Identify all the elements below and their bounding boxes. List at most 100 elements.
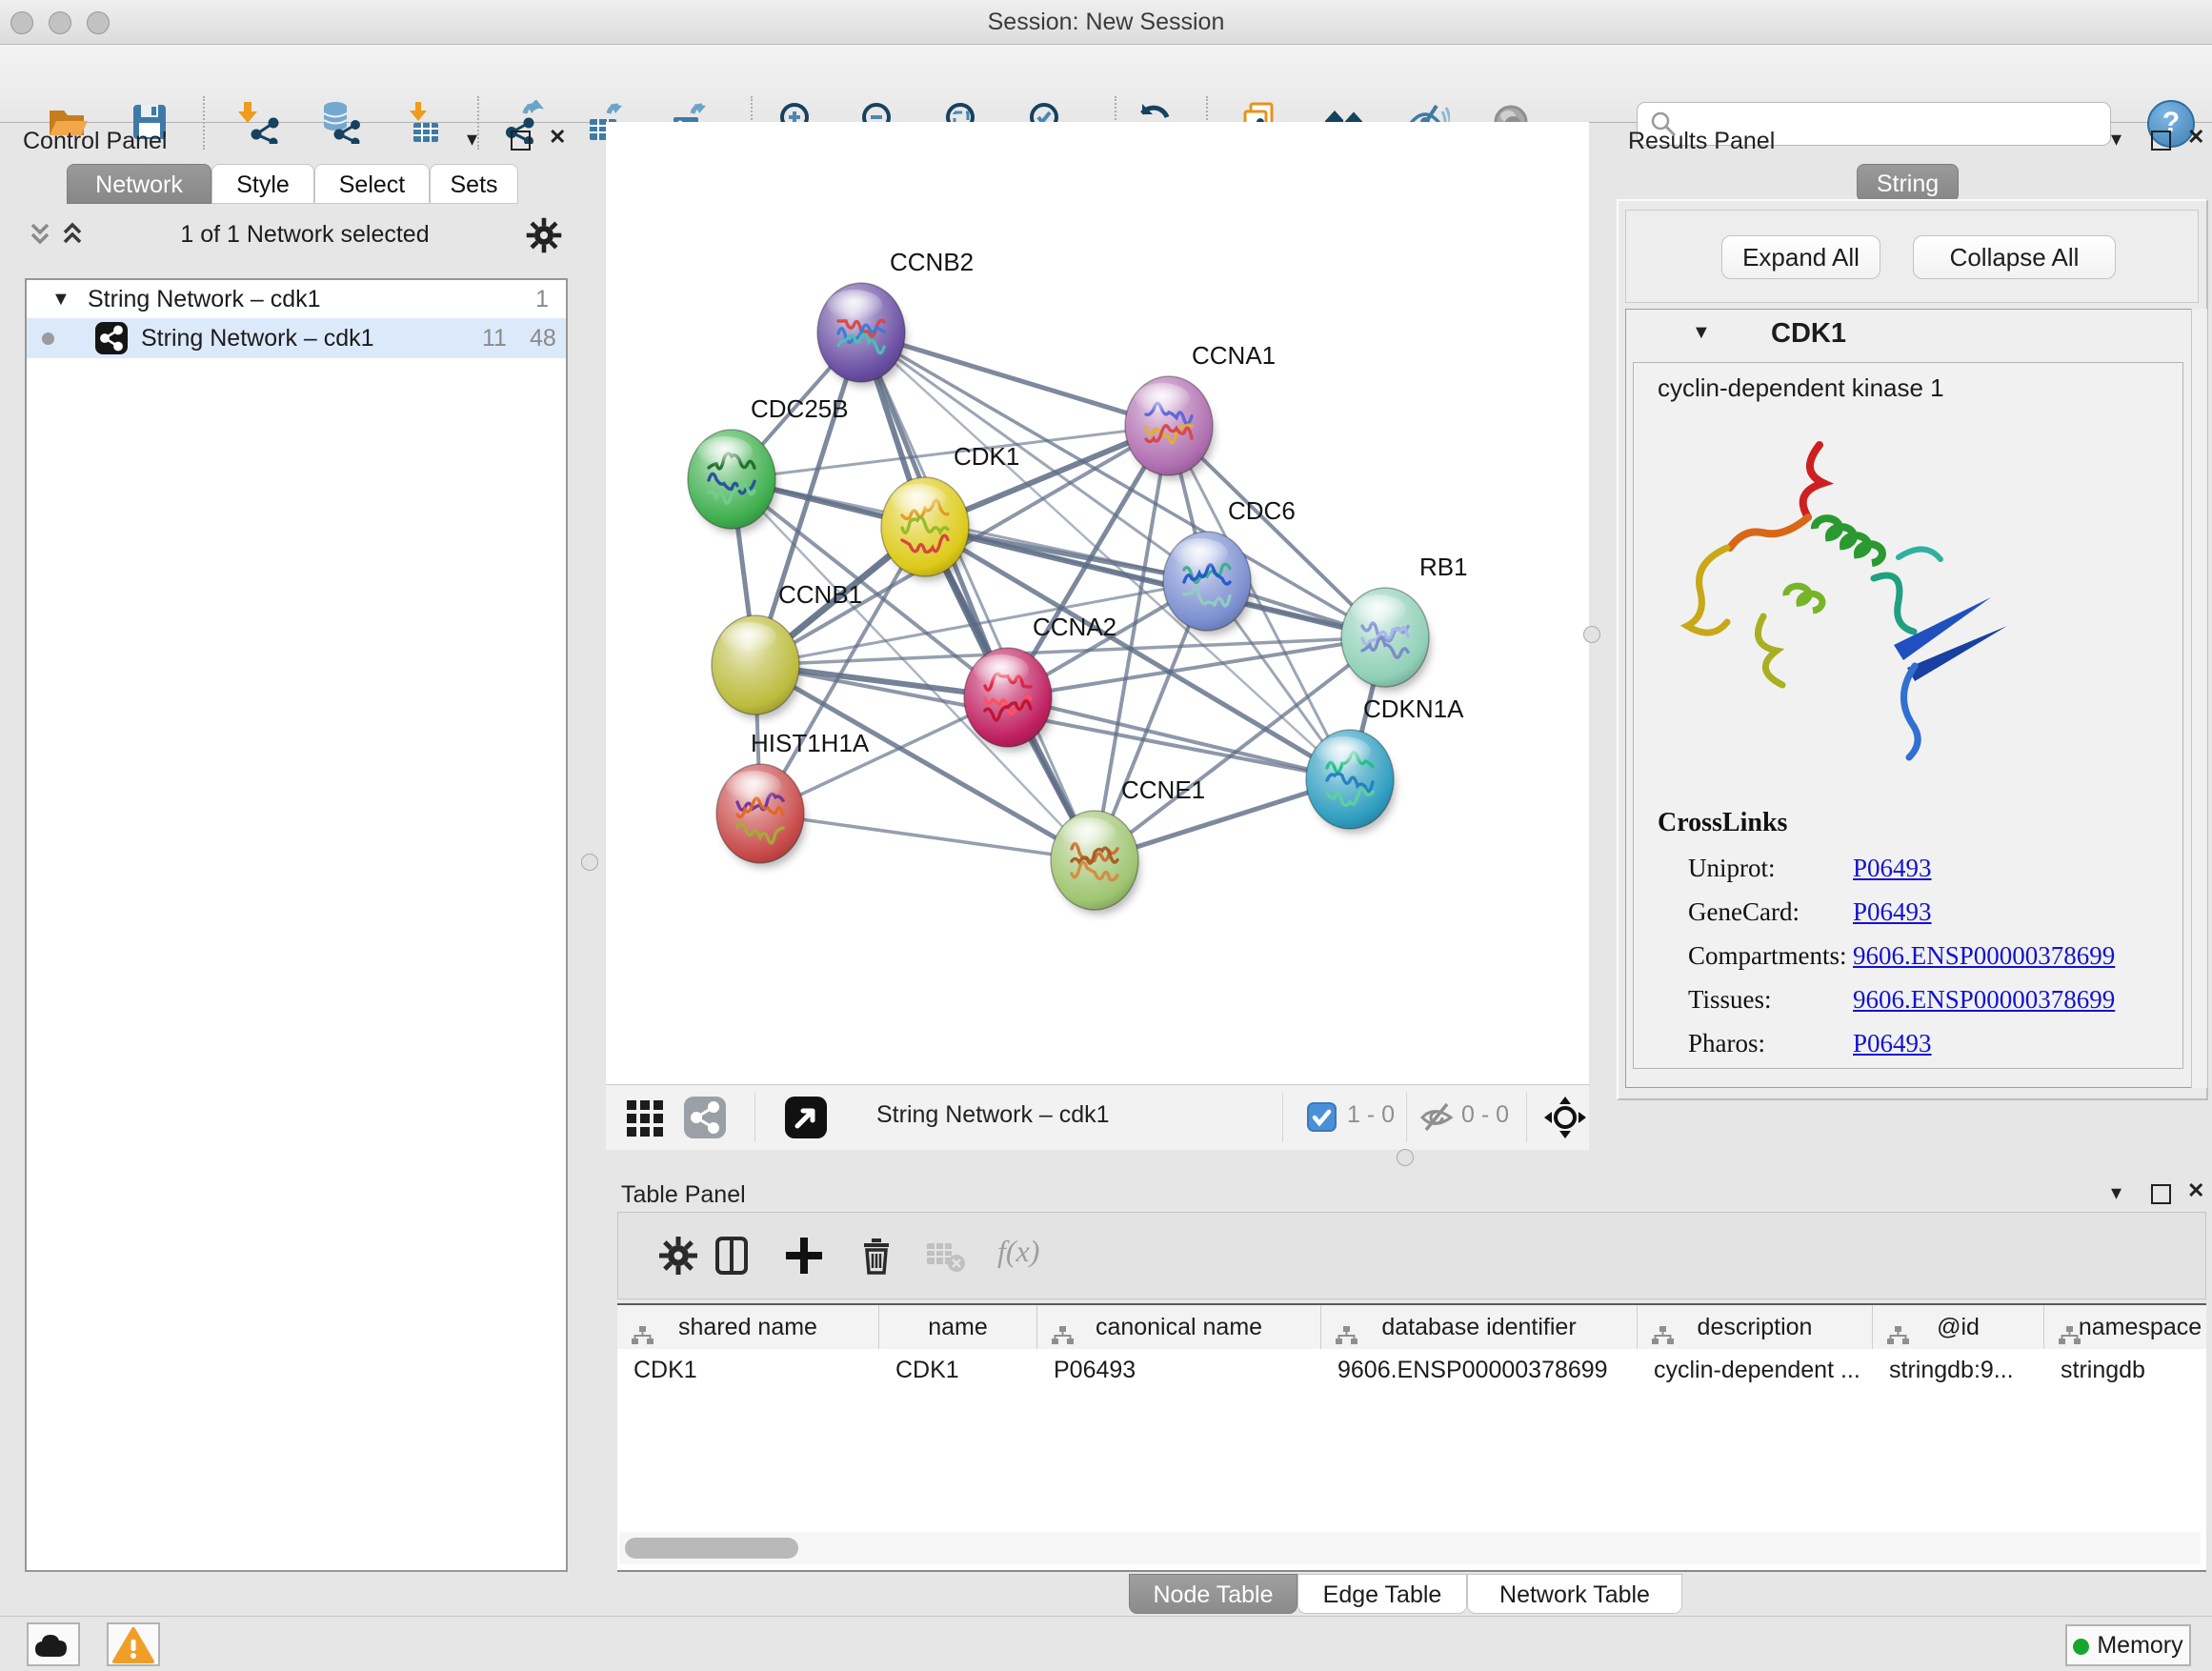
import-network-button[interactable] [235, 100, 279, 144]
network-node-RB1[interactable] [1341, 588, 1431, 692]
network-edge-CCNB2-CCNE1[interactable] [861, 332, 1095, 860]
network-node-CDK1[interactable] [881, 477, 971, 581]
tab-select[interactable]: Select [314, 164, 430, 204]
network-node-CCNB2[interactable] [817, 283, 907, 387]
network-node-CDKN1A[interactable] [1306, 730, 1396, 834]
network-view-toolbar: String Network – cdk1 1 - 0 0 - 0 [606, 1084, 1589, 1150]
table-row[interactable]: CDK1 CDK1 P06493 9606.ENSP00000378699 cy… [617, 1349, 2206, 1391]
main-toolbar: ? [0, 45, 2212, 123]
gear-icon [524, 215, 564, 255]
cell-namespace: stringdb [2044, 1349, 2206, 1391]
network-node-HIST1H1A[interactable] [716, 764, 806, 868]
network-canvas[interactable]: CCNB2CCNA1CDC25BCDK1CDC6RB1CCNB1CCNA2CDK… [606, 122, 1589, 1084]
expand-all-button[interactable]: Expand All [1721, 235, 1880, 279]
window-title: Session: New Session [0, 9, 2212, 36]
chevron-double-up-icon [59, 217, 86, 250]
network-options-button[interactable] [524, 215, 564, 260]
table-panel-close-button[interactable]: ✕ [2187, 1181, 2204, 1200]
crosslink-label: Uniprot: [1688, 854, 1776, 883]
tab-edge-table[interactable]: Edge Table [1297, 1574, 1467, 1614]
import-table-button[interactable] [402, 100, 446, 144]
uniprot-link[interactable]: P06493 [1853, 854, 1932, 882]
results-scrollbar-track[interactable] [2191, 309, 2207, 1088]
memory-button[interactable]: Memory [2065, 1624, 2191, 1666]
bottom-splitter-handle[interactable] [1397, 1149, 1414, 1166]
table-toolbar: f(x) [617, 1212, 2206, 1299]
network-type-button[interactable] [684, 1097, 726, 1143]
delete-column-button[interactable] [855, 1234, 898, 1282]
collapse-all-button[interactable]: Collapse All [1913, 235, 2116, 279]
results-panel-menu-button[interactable]: ▾ [2111, 130, 2122, 149]
network-node-CCNE1[interactable] [1051, 811, 1140, 915]
tab-style[interactable]: Style [211, 164, 314, 204]
selected-count: 1 - 0 [1347, 1101, 1395, 1129]
crosshair-icon [1543, 1096, 1587, 1139]
results-panel-close-button[interactable]: ✕ [2187, 128, 2204, 147]
column-header-namespace[interactable]: namespace [2044, 1305, 2206, 1349]
column-header-description[interactable]: description [1638, 1305, 1873, 1349]
tab-node-table[interactable]: Node Table [1129, 1574, 1297, 1614]
control-panel-menu-button[interactable]: ▾ [467, 130, 477, 149]
column-header-shared-name[interactable]: shared name [617, 1305, 879, 1349]
string-network-icon [95, 322, 128, 367]
fit-content-button[interactable] [1543, 1096, 1587, 1144]
toolbar-divider [754, 1093, 755, 1142]
control-panel-close-button[interactable]: ✕ [549, 128, 566, 147]
genecard-link[interactable]: P06493 [1853, 897, 1932, 926]
cdk1-collapse-caret[interactable]: ▼ [1692, 322, 1711, 344]
table-panel-float-button[interactable] [2151, 1184, 2171, 1204]
crosslink-label: Pharos: [1688, 1029, 1765, 1058]
add-column-button[interactable] [782, 1234, 826, 1282]
hidden-elements-button[interactable] [1418, 1098, 1456, 1141]
expand-all-networks-button[interactable] [59, 217, 86, 254]
network-row[interactable]: String Network – cdk1 11 48 [27, 318, 566, 358]
compartments-link[interactable]: 9606.ENSP00000378699 [1853, 941, 2115, 970]
gear-icon [656, 1234, 700, 1278]
right-splitter-handle[interactable] [1583, 626, 1600, 643]
column-header-canonical-name[interactable]: canonical name [1037, 1305, 1321, 1349]
show-columns-button[interactable] [710, 1234, 754, 1282]
column-header-database-identifier[interactable]: database identifier [1321, 1305, 1638, 1349]
left-splitter-handle[interactable] [581, 854, 598, 871]
clear-table-button[interactable] [925, 1238, 967, 1280]
collapse-all-networks-button[interactable] [27, 217, 53, 254]
database-import-icon [316, 100, 360, 144]
table-hscroll-thumb[interactable] [625, 1538, 798, 1559]
pharos-link[interactable]: P06493 [1853, 1029, 1932, 1057]
grid-view-button[interactable] [625, 1097, 667, 1143]
node-label-CCNB1: CCNB1 [778, 580, 862, 609]
network-edge-CCNB2-CCNA1[interactable] [861, 332, 1169, 426]
control-panel-float-button[interactable] [511, 131, 531, 151]
results-panel-float-button[interactable] [2151, 131, 2171, 151]
table-options-button[interactable] [656, 1234, 700, 1282]
import-network-from-database-button[interactable] [316, 100, 360, 144]
tab-sets[interactable]: Sets [430, 164, 518, 204]
table-panel-menu-button[interactable]: ▾ [2111, 1183, 2122, 1202]
tissues-link[interactable]: 9606.ENSP00000378699 [1853, 985, 2115, 1014]
function-builder-button[interactable]: f(x) [997, 1234, 1039, 1269]
open-in-new-window-button[interactable] [785, 1097, 827, 1143]
cloud-status-button[interactable] [27, 1622, 80, 1666]
network-node-CDC25B[interactable] [688, 430, 777, 534]
network-node-CCNB1[interactable] [712, 615, 801, 719]
cell-database-identifier: 9606.ENSP00000378699 [1321, 1349, 1638, 1391]
warnings-button[interactable] [107, 1622, 160, 1666]
tab-string[interactable]: String [1857, 164, 1959, 202]
network-collection-row[interactable]: ▼ String Network – cdk1 1 [27, 280, 566, 318]
table-hscroll-track[interactable] [619, 1532, 2201, 1564]
tab-network[interactable]: Network [67, 164, 211, 204]
column-header-id[interactable]: @id [1873, 1305, 2044, 1349]
node-table: shared name name canonical name database… [617, 1303, 2206, 1572]
column-header-name[interactable]: name [879, 1305, 1037, 1349]
network-node-CCNA1[interactable] [1125, 376, 1215, 480]
network-edge-HIST1H1A-CCNE1[interactable] [760, 814, 1095, 860]
results-panel-title: Results Panel [1628, 128, 1775, 155]
collection-expand-caret[interactable]: ▼ [51, 280, 70, 318]
tab-network-table[interactable]: Network Table [1467, 1574, 1682, 1614]
node-label-CCNA2: CCNA2 [1033, 613, 1116, 641]
selected-checkbox[interactable] [1307, 1102, 1337, 1137]
memory-status-dot [2073, 1639, 2089, 1655]
toolbar-divider [1526, 1093, 1527, 1142]
toolbar-divider [477, 96, 479, 150]
cell-id: stringdb:9... [1873, 1349, 2044, 1391]
